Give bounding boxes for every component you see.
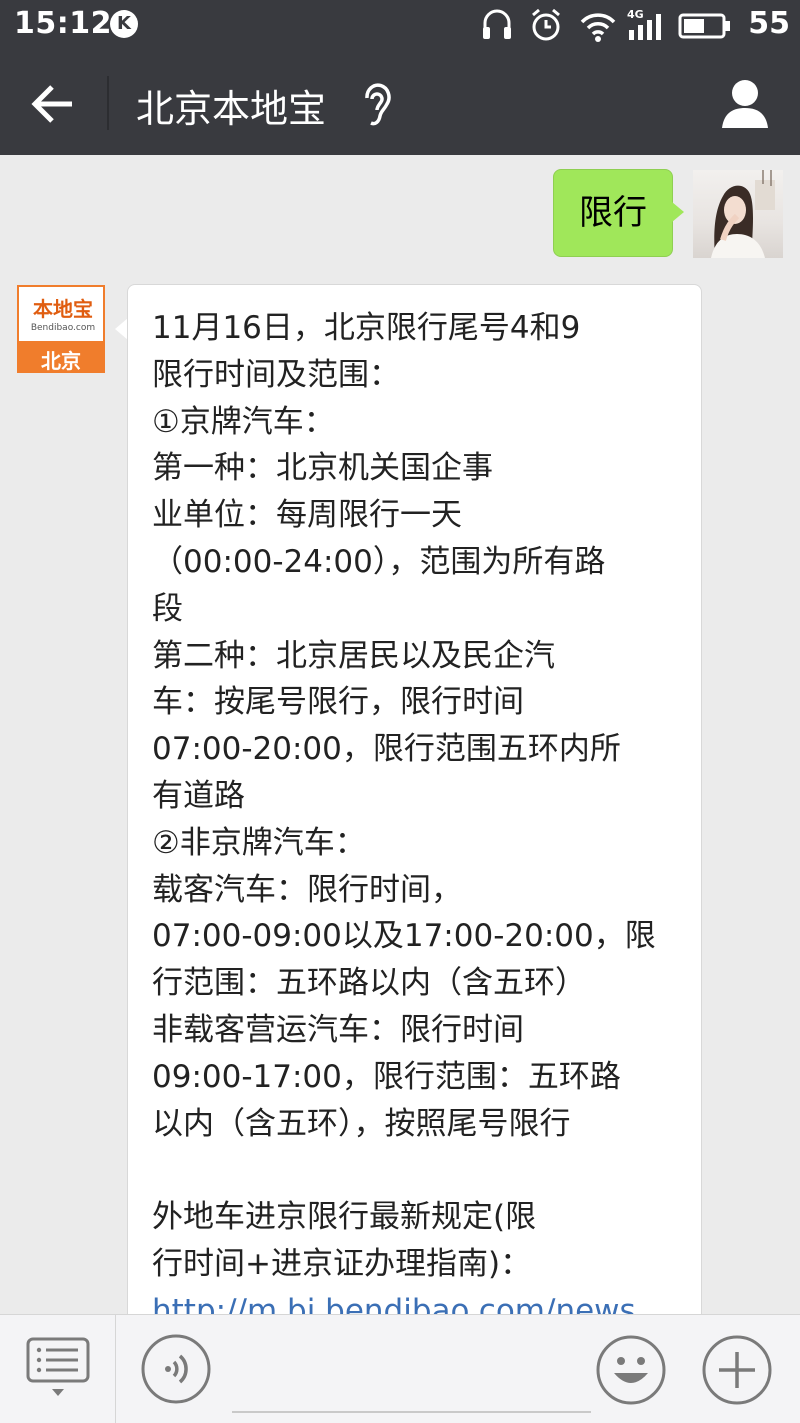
page-title: 北京本地宝 <box>136 87 327 131</box>
message-line: 07:00-20:00，限行范围五环内所 <box>152 731 621 768</box>
avatar-url: Bendibao.com <box>30 323 96 333</box>
message-line: ①京牌汽车： <box>152 403 335 440</box>
battery-icon <box>678 13 730 39</box>
title-divider <box>107 76 109 130</box>
user-avatar-image <box>711 170 775 258</box>
battery-level: 55 <box>748 6 790 41</box>
network-label: 4G <box>627 8 644 21</box>
back-arrow-icon[interactable] <box>20 74 84 134</box>
message-line: 有道路 <box>152 777 245 814</box>
input-bar <box>0 1314 800 1423</box>
message-line: 第二种：北京居民以及民企汽 <box>152 637 555 674</box>
incoming-message-bubble[interactable]: 11月16日，北京限行尾号4和9 限行时间及范围： ①京牌汽车： 第一种：北京机… <box>127 284 702 1324</box>
message-line: 车：按尾号限行，限行时间 <box>152 684 524 721</box>
message-line: 外地车进京限行最新规定(限 <box>152 1199 537 1236</box>
message-line: 11月16日，北京限行尾号4和9 <box>152 310 581 346</box>
avatar-brand: 本地宝 <box>33 297 93 321</box>
avatar-city: 北京 <box>41 349 81 373</box>
bendibao-avatar[interactable]: 本地宝 Bendibao.com 北京 <box>17 285 105 373</box>
menu-icon[interactable] <box>22 1335 94 1403</box>
message-line: 09:00-17:00，限行范围：五环路 <box>152 1058 621 1095</box>
message-line: 第一种：北京机关国企事 <box>152 450 493 487</box>
message-line: ②非京牌汽车： <box>152 824 366 861</box>
ear-icon[interactable] <box>357 80 397 130</box>
user-avatar[interactable] <box>693 170 783 258</box>
message-line: 07:00-09:00以及17:00-20:00，限 <box>152 918 656 955</box>
emoji-icon[interactable] <box>594 1333 668 1407</box>
avatar-logo-panel: 本地宝 Bendibao.com <box>17 285 105 343</box>
status-time: 15:12 <box>14 6 112 41</box>
message-line: （00:00-24:00），范围为所有路 <box>152 543 606 580</box>
wifi-icon <box>580 13 616 42</box>
message-line: 行范围：五环路以内（含五环） <box>152 965 586 1002</box>
voice-icon[interactable] <box>140 1333 212 1405</box>
message-line: 段 <box>152 590 183 627</box>
status-bar: 15:12 K 4G 55 <box>0 0 800 52</box>
outgoing-message-bubble[interactable]: 限行 <box>553 169 684 257</box>
message-line <box>152 1147 682 1194</box>
message-line: 载客汽车：限行时间， <box>152 871 462 908</box>
headset-icon <box>483 9 511 39</box>
incoming-message-text: 11月16日，北京限行尾号4和9 限行时间及范围： ①京牌汽车： 第一种：北京机… <box>152 305 682 1323</box>
plus-icon[interactable] <box>700 1333 774 1407</box>
message-line: 以内（含五环），按照尾号限行 <box>152 1105 571 1142</box>
message-line: 限行时间及范围： <box>152 356 400 393</box>
k-badge-icon: K <box>110 10 138 38</box>
message-line: 行时间+进京证办理指南)： <box>152 1245 532 1282</box>
message-line: 业单位：每周限行一天 <box>152 497 462 534</box>
message-input[interactable] <box>232 1345 591 1413</box>
outgoing-message-text: 限行 <box>579 193 647 233</box>
signal-4g-icon: 4G <box>627 8 661 40</box>
message-line: 非载客营运汽车：限行时间 <box>152 1011 524 1048</box>
input-divider <box>115 1315 116 1423</box>
profile-icon[interactable] <box>720 76 770 132</box>
title-bar: 北京本地宝 <box>0 52 800 155</box>
alarm-icon <box>532 8 560 41</box>
